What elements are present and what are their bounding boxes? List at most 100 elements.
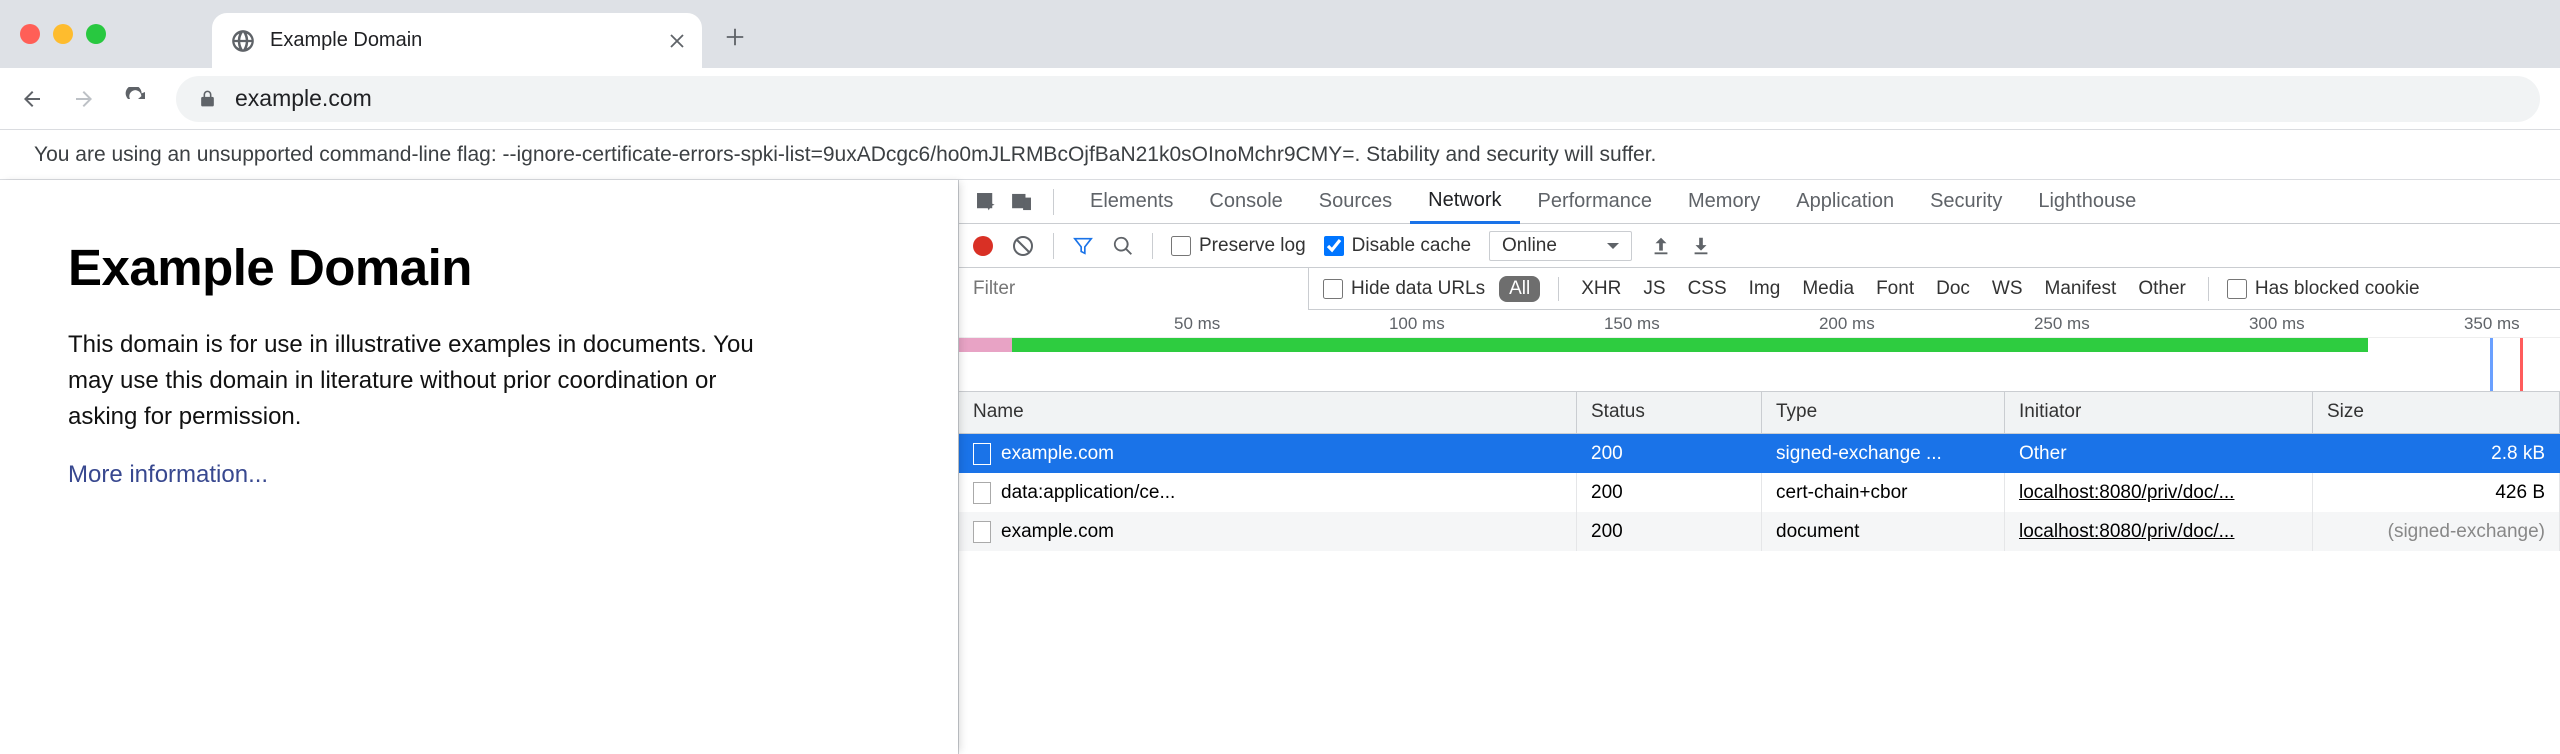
has-blocked-cookies-checkbox[interactable]: Has blocked cookie <box>2227 278 2420 300</box>
search-icon[interactable] <box>1112 235 1134 257</box>
url-text: example.com <box>235 85 372 112</box>
timeline-tick: 100 ms <box>1389 314 1445 334</box>
timeline-tick: 250 ms <box>2034 314 2090 334</box>
window-close-button[interactable] <box>20 24 40 44</box>
network-timeline[interactable]: 50 ms 100 ms 150 ms 200 ms 250 ms 300 ms 350 m… <box>959 310 2560 392</box>
timeline-overview-bars <box>959 338 2560 352</box>
timeline-tick: 150 ms <box>1604 314 1660 334</box>
file-icon <box>973 443 991 465</box>
preserve-log-checkbox[interactable]: Preserve log <box>1171 235 1306 257</box>
device-toggle-icon[interactable] <box>1009 189 1035 215</box>
filter-input[interactable] <box>959 268 1309 310</box>
filter-icon[interactable] <box>1072 235 1094 257</box>
page-body: This domain is for use in illustrative e… <box>68 327 788 435</box>
file-icon <box>973 482 991 504</box>
devtools-tab-console[interactable]: Console <box>1191 180 1300 224</box>
network-request-row[interactable]: example.com200signed-exchange ...Other2.… <box>959 434 2560 473</box>
network-table-header: Name Status Type Initiator Size <box>959 392 2560 434</box>
devtools-tab-sources[interactable]: Sources <box>1301 180 1410 224</box>
devtools-tab-strip: ElementsConsoleSourcesNetworkPerformance… <box>959 180 2560 224</box>
clear-icon[interactable] <box>1011 234 1035 258</box>
devtools-tab-network[interactable]: Network <box>1410 180 1519 224</box>
disable-cache-checkbox[interactable]: Disable cache <box>1324 235 1471 257</box>
browser-toolbar: example.com <box>0 68 2560 130</box>
browser-tab[interactable]: Example Domain <box>212 13 702 68</box>
lock-icon <box>198 89 217 108</box>
more-info-link[interactable]: More information... <box>68 461 268 488</box>
separator <box>1558 277 1559 301</box>
inspect-element-icon[interactable] <box>973 189 999 215</box>
timeline-tick: 350 ms <box>2464 314 2520 334</box>
request-status: 200 <box>1591 482 1623 504</box>
devtools-tab-security[interactable]: Security <box>1912 180 2020 224</box>
network-request-row[interactable]: data:application/ce... 200 cert-chain+cbor… <box>959 473 2560 512</box>
window-maximize-button[interactable] <box>86 24 106 44</box>
timeline-tick: 200 ms <box>1819 314 1875 334</box>
back-button[interactable] <box>20 87 44 111</box>
filter-type-img[interactable]: Img <box>1745 276 1785 302</box>
filter-type-js[interactable]: JS <box>1639 276 1669 302</box>
devtools-tab-lighthouse[interactable]: Lighthouse <box>2020 180 2154 224</box>
upload-icon[interactable] <box>1650 235 1672 257</box>
column-header-name[interactable]: Name <box>959 392 1577 433</box>
infobar-text: You are using an unsupported command-lin… <box>34 143 1656 167</box>
download-icon[interactable] <box>1690 235 1712 257</box>
column-header-size[interactable]: Size <box>2313 392 2560 433</box>
separator <box>2208 277 2209 301</box>
timeline-load-marker <box>2520 338 2523 392</box>
close-icon[interactable] <box>670 34 684 48</box>
filter-type-ws[interactable]: WS <box>1988 276 2027 302</box>
filter-type-all[interactable]: All <box>1499 276 1540 302</box>
forward-button[interactable] <box>72 87 96 111</box>
network-toolbar: Preserve log Disable cache Online <box>959 224 2560 268</box>
globe-icon <box>230 28 256 54</box>
request-size: (signed-exchange) <box>2388 521 2545 543</box>
devtools-tab-application[interactable]: Application <box>1778 180 1912 224</box>
filter-type-media[interactable]: Media <box>1798 276 1858 302</box>
timeline-domcontent-marker <box>2490 338 2493 392</box>
throttling-dropdown[interactable]: Online <box>1489 231 1632 261</box>
tab-title: Example Domain <box>270 29 656 52</box>
window-controls <box>20 24 106 44</box>
request-type: signed-exchange ... <box>1776 443 1942 465</box>
column-header-status[interactable]: Status <box>1577 392 1762 433</box>
request-size: 426 B <box>2495 482 2545 504</box>
request-status: 200 <box>1591 443 1623 465</box>
column-header-initiator[interactable]: Initiator <box>2005 392 2313 433</box>
column-header-type[interactable]: Type <box>1762 392 2005 433</box>
separator <box>1053 233 1054 259</box>
reload-button[interactable] <box>124 87 148 111</box>
request-type: document <box>1776 521 1859 543</box>
request-initiator: Other <box>2019 443 2067 465</box>
web-page: Example Domain This domain is for use in… <box>0 180 958 754</box>
request-status: 200 <box>1591 521 1623 543</box>
devtools-tab-elements[interactable]: Elements <box>1072 180 1191 224</box>
network-request-row[interactable]: example.com200documentlocalhost:8080/pri… <box>959 512 2560 551</box>
record-button[interactable] <box>973 236 993 256</box>
filter-type-xhr[interactable]: XHR <box>1577 276 1625 302</box>
address-bar[interactable]: example.com <box>176 76 2540 122</box>
network-filter-bar: Hide data URLs All XHR JS CSS Img Media Font Do… <box>959 268 2560 310</box>
window-minimize-button[interactable] <box>53 24 73 44</box>
new-tab-button[interactable] <box>724 26 746 48</box>
file-icon <box>973 521 991 543</box>
devtools-tab-performance[interactable]: Performance <box>1520 180 1671 224</box>
request-initiator[interactable]: localhost:8080/priv/doc/... <box>2019 521 2234 543</box>
page-title: Example Domain <box>68 238 890 297</box>
timeline-tick: 300 ms <box>2249 314 2305 334</box>
request-initiator[interactable]: localhost:8080/priv/doc/... <box>2019 482 2234 504</box>
filter-type-manifest[interactable]: Manifest <box>2041 276 2121 302</box>
request-name: data:application/ce... <box>1001 482 1175 504</box>
filter-type-css[interactable]: CSS <box>1684 276 1731 302</box>
timeline-tick: 50 ms <box>1174 314 1220 334</box>
devtools-tab-memory[interactable]: Memory <box>1670 180 1778 224</box>
filter-type-other[interactable]: Other <box>2134 276 2190 302</box>
filter-type-doc[interactable]: Doc <box>1932 276 1974 302</box>
filter-type-font[interactable]: Font <box>1872 276 1918 302</box>
request-type: cert-chain+cbor <box>1776 482 1907 504</box>
separator <box>1053 189 1054 215</box>
devtools: ElementsConsoleSourcesNetworkPerformance… <box>958 180 2560 754</box>
hide-data-urls-checkbox[interactable]: Hide data URLs <box>1323 278 1485 300</box>
warning-infobar: You are using an unsupported command-lin… <box>0 130 2560 180</box>
request-name: example.com <box>1001 443 1114 465</box>
